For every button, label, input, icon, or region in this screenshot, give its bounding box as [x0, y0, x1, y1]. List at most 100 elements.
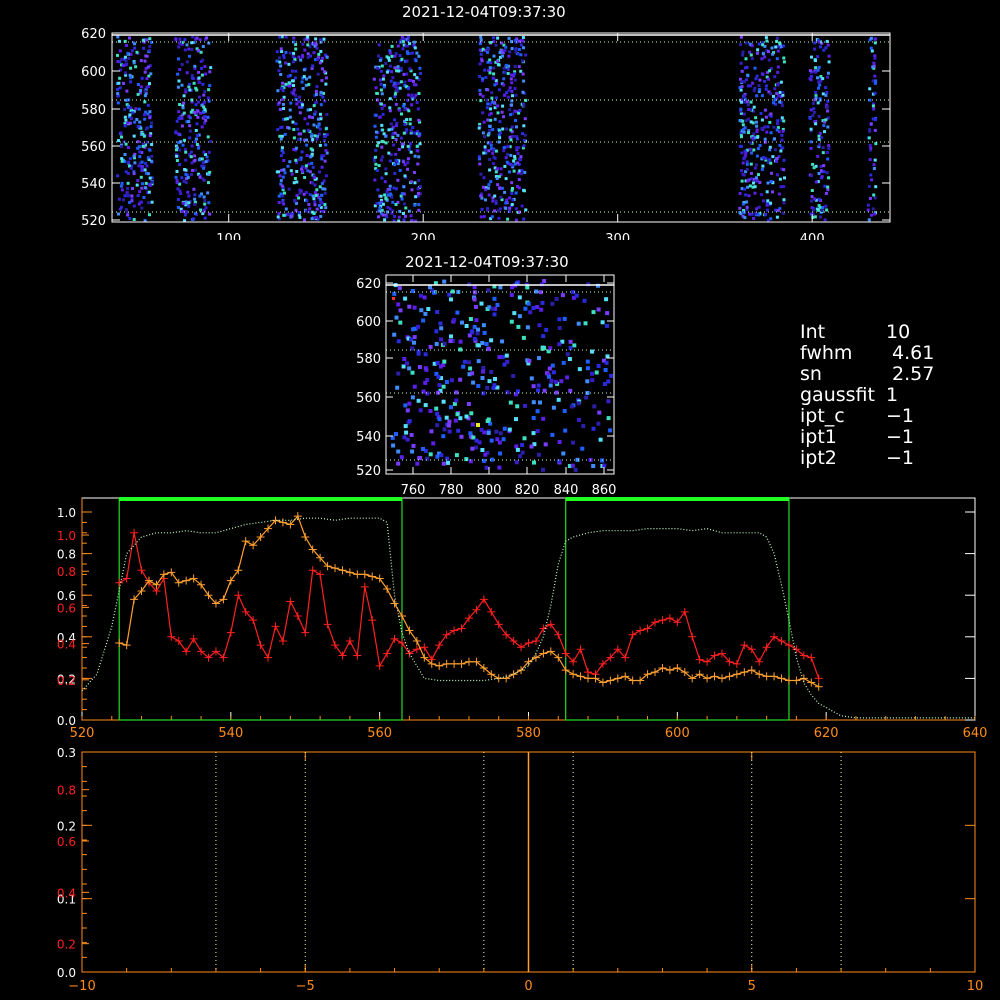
image-pixel [604, 297, 609, 302]
image-pixel [412, 305, 417, 310]
image-pixel [476, 423, 480, 427]
data-point-orange [405, 626, 414, 635]
data-point-orange [703, 674, 712, 683]
data-point-red [636, 626, 645, 635]
stat-value: −1 [886, 405, 915, 427]
image-pixel [517, 295, 522, 300]
image-pixel [476, 359, 481, 364]
image-pixel [515, 404, 520, 409]
stat-row: sn 2.57 [800, 364, 934, 385]
data-point-red [688, 632, 697, 641]
x-tick-label: 540 [218, 726, 243, 740]
image-pixel [576, 401, 581, 406]
image-pixel [484, 465, 489, 470]
image-pixel [442, 359, 447, 364]
image-pixel [396, 371, 401, 376]
y-tick-label: 540 [356, 430, 381, 445]
image-pixel [518, 454, 523, 459]
image-pixel [416, 398, 421, 403]
image-pixel [514, 444, 519, 449]
image-pixel [466, 402, 471, 406]
stat-row: fwhm 4.61 [800, 343, 934, 364]
image-pixel [435, 454, 440, 459]
image-pixel [490, 306, 495, 311]
image-pixel [394, 432, 398, 436]
image-pixel [392, 297, 395, 300]
image-pixel [606, 399, 611, 404]
data-point-orange [360, 570, 369, 579]
data-point-red [554, 630, 563, 639]
image-pixel [547, 374, 551, 379]
data-point-red [740, 641, 749, 650]
data-point-orange [390, 599, 399, 608]
image-pixel [502, 426, 507, 431]
image-pixel [441, 399, 446, 404]
data-point-orange [762, 672, 771, 681]
image-pixel [514, 417, 518, 422]
offset-plot: −10 −5 0 5 100.00.10.20.30.20.40.60.8 [57, 746, 983, 994]
data-point-orange [695, 670, 704, 679]
image-pixel [425, 456, 430, 461]
image-pixel [407, 304, 412, 309]
data-point-orange [792, 676, 801, 685]
y-tick-label-secondary: 0.6 [57, 601, 76, 615]
image-pixel [396, 302, 401, 307]
y-tick-label: 580 [356, 352, 381, 367]
image-pixel [500, 339, 505, 344]
stat-key: gaussfit [800, 384, 875, 406]
data-point-orange [807, 678, 816, 687]
data-point-orange [606, 676, 615, 685]
image-pixel [480, 341, 485, 345]
data-point-red [777, 636, 786, 645]
y-tick-label: 620 [356, 277, 381, 292]
image-pixel [583, 321, 588, 326]
data-point-red [286, 597, 295, 606]
image-pixel [469, 330, 474, 335]
data-point-red [814, 674, 823, 683]
image-pixel [470, 446, 475, 451]
image-pixel [485, 419, 490, 423]
data-point-red [174, 636, 183, 645]
image-pixel [476, 384, 481, 388]
data-point-red [450, 626, 459, 635]
y-tick-label-secondary: 0.6 [57, 835, 76, 849]
image-pixel [531, 384, 536, 389]
series-line-red [118, 532, 820, 679]
stat-key: Int [800, 321, 826, 343]
image-pixel [479, 301, 484, 306]
image-pixel [591, 310, 596, 315]
image-pixel [514, 460, 519, 465]
image-pixel [396, 339, 401, 344]
image-pixel [458, 416, 463, 421]
data-point-red [673, 618, 682, 627]
image-pixel [538, 400, 542, 405]
image-pixel [434, 406, 439, 411]
image-pixel [438, 321, 443, 326]
image-pixel [547, 366, 552, 371]
image-pixel [474, 318, 479, 323]
image-pixel [570, 463, 575, 468]
data-point-red [487, 607, 496, 616]
image-pixel [549, 378, 554, 383]
image-pixel [531, 416, 536, 420]
data-point-orange [494, 674, 503, 683]
series-line-dotted-green [81, 517, 975, 719]
image-pixel [568, 339, 573, 344]
y-tick-label: 0.8 [57, 548, 76, 562]
x-tick-label: 600 [665, 726, 690, 740]
image-pixel [428, 452, 433, 457]
image-pixel [392, 332, 397, 337]
data-point-orange [569, 670, 578, 679]
data-point-red [405, 649, 414, 658]
data-point-red [137, 566, 146, 575]
image-pixel [542, 388, 547, 393]
image-pixel [397, 286, 402, 291]
image-pixel [447, 292, 452, 297]
data-point-red [278, 636, 287, 645]
image-pixel [560, 293, 565, 298]
image-pixel [550, 301, 555, 306]
y-tick-label: 600 [356, 315, 381, 330]
image-pixel [541, 467, 545, 472]
image-pixel [536, 388, 540, 393]
image-pixel [585, 379, 590, 384]
